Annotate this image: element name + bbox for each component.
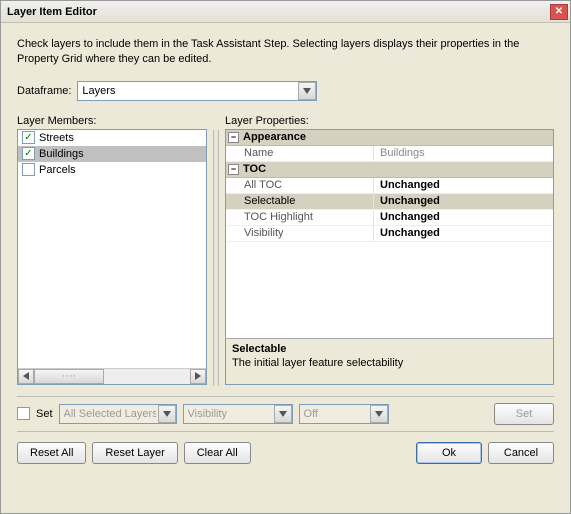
splitter-handle[interactable]: [213, 130, 219, 386]
title-bar: Layer Item Editor ✕: [1, 1, 570, 23]
property-row[interactable]: All TOCUnchanged: [226, 178, 553, 194]
dataframe-combo[interactable]: [77, 81, 317, 101]
set-button: Set: [494, 403, 554, 425]
layer-checkbox[interactable]: [22, 131, 35, 144]
layer-members-list[interactable]: Streets Buildings Parcels ····: [17, 129, 207, 385]
property-name: TOC Highlight: [226, 210, 374, 225]
window-title: Layer Item Editor: [7, 6, 550, 18]
property-value[interactable]: Unchanged: [374, 227, 553, 239]
property-category[interactable]: −Appearance: [226, 130, 553, 146]
layer-properties-label: Layer Properties:: [225, 115, 554, 127]
scroll-thumb[interactable]: ····: [34, 369, 104, 384]
property-grid[interactable]: −AppearanceNameBuildings−TOCAll TOCUncha…: [225, 129, 554, 385]
layer-checkbox[interactable]: [22, 147, 35, 160]
chevron-down-icon[interactable]: [298, 82, 316, 100]
dataframe-input[interactable]: [77, 81, 317, 101]
set-scope-combo: [59, 404, 177, 424]
property-name: Name: [226, 146, 374, 161]
list-item[interactable]: Buildings: [18, 146, 206, 162]
instructions-text: Check layers to include them in the Task…: [17, 37, 554, 67]
property-value[interactable]: Unchanged: [374, 195, 553, 207]
set-value-combo: [299, 404, 389, 424]
layer-checkbox[interactable]: [22, 163, 35, 176]
reset-layer-button[interactable]: Reset Layer: [92, 442, 177, 464]
scrollbar-horizontal[interactable]: ····: [18, 368, 206, 384]
clear-all-button[interactable]: Clear All: [184, 442, 251, 464]
category-name: TOC: [243, 163, 266, 175]
property-name: Selectable: [226, 194, 374, 209]
layer-label: Streets: [39, 132, 74, 144]
scroll-left-icon[interactable]: [18, 369, 34, 384]
list-item[interactable]: Streets: [18, 130, 206, 146]
close-icon[interactable]: ✕: [550, 4, 568, 20]
category-name: Appearance: [243, 131, 306, 143]
chevron-down-icon: [370, 405, 388, 423]
list-item[interactable]: Parcels: [18, 162, 206, 178]
cancel-button[interactable]: Cancel: [488, 442, 554, 464]
property-description-title: Selectable: [232, 343, 547, 355]
layer-label: Parcels: [39, 164, 76, 176]
property-row[interactable]: TOC HighlightUnchanged: [226, 210, 553, 226]
collapse-icon[interactable]: −: [228, 132, 239, 143]
property-row[interactable]: VisibilityUnchanged: [226, 226, 553, 242]
set-property-combo: [183, 404, 293, 424]
property-name: Visibility: [226, 226, 374, 241]
collapse-icon[interactable]: −: [228, 164, 239, 175]
property-description: Selectable The initial layer feature sel…: [226, 338, 553, 384]
set-checkbox[interactable]: [17, 407, 30, 420]
property-description-text: The initial layer feature selectability: [232, 357, 547, 369]
ok-button[interactable]: Ok: [416, 442, 482, 464]
chevron-down-icon: [274, 405, 292, 423]
property-category[interactable]: −TOC: [226, 162, 553, 178]
chevron-down-icon: [158, 405, 176, 423]
set-checkbox-label: Set: [36, 408, 53, 420]
property-value[interactable]: Buildings: [374, 147, 553, 159]
layer-members-label: Layer Members:: [17, 115, 207, 127]
property-row[interactable]: SelectableUnchanged: [226, 194, 553, 210]
property-value[interactable]: Unchanged: [374, 179, 553, 191]
property-value[interactable]: Unchanged: [374, 211, 553, 223]
property-row[interactable]: NameBuildings: [226, 146, 553, 162]
dataframe-label: Dataframe:: [17, 85, 71, 97]
property-name: All TOC: [226, 178, 374, 193]
layer-label: Buildings: [39, 148, 84, 160]
reset-all-button[interactable]: Reset All: [17, 442, 86, 464]
scroll-right-icon[interactable]: [190, 369, 206, 384]
